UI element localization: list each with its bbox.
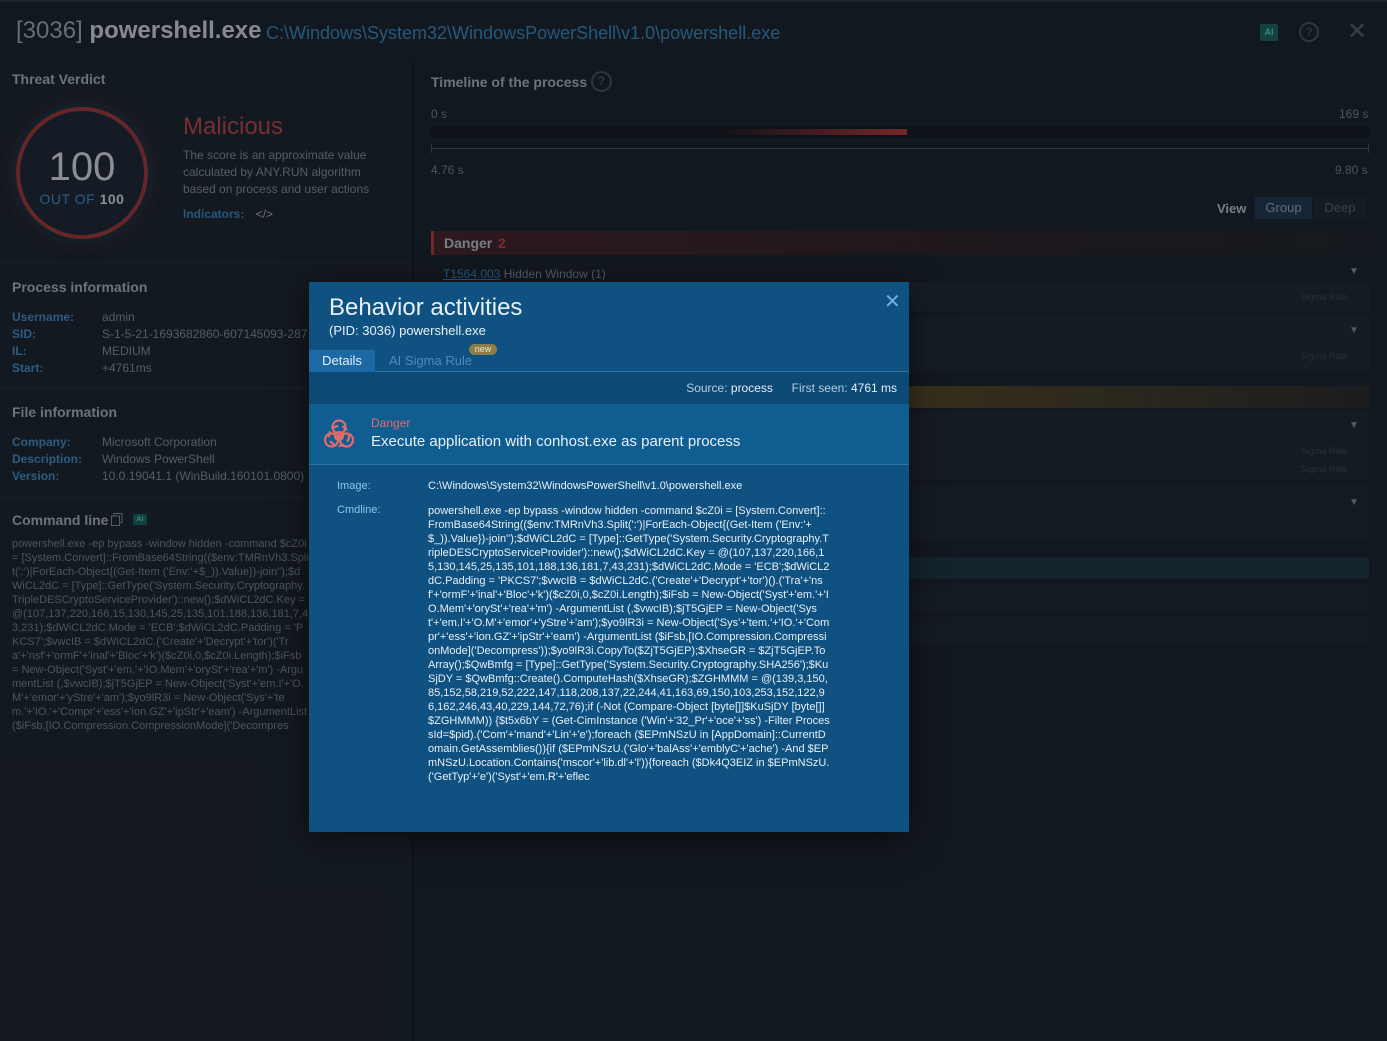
danger-description: Execute application with conhost.exe as …: [371, 433, 741, 450]
first-seen-label: First seen:: [791, 381, 848, 395]
source-info: Source: process First seen: 4761 ms: [686, 381, 897, 395]
modal-title: Behavior activities: [329, 294, 523, 321]
behavior-activities-modal: Behavior activities (PID: 3036) powershe…: [309, 282, 909, 832]
details-divider: [309, 464, 909, 465]
source-value: process: [730, 381, 773, 395]
tab-details[interactable]: Details: [309, 350, 375, 372]
cmdline-label: Cmdline:: [337, 504, 381, 516]
danger-label: Danger: [371, 416, 411, 430]
new-badge: new: [469, 344, 497, 355]
source-label: Source:: [686, 381, 728, 395]
close-icon[interactable]: ✕: [884, 292, 901, 312]
cmdline-value: powershell.exe -ep bypass -window hidden…: [428, 505, 830, 783]
first-seen-value: 4761 ms: [850, 381, 897, 395]
biohazard-icon: [323, 419, 355, 448]
modal-subtitle: (PID: 3036) powershell.exe: [329, 323, 486, 338]
image-label: Image:: [337, 480, 371, 492]
image-value: C:\Windows\System32\WindowsPowerShell\v1…: [428, 480, 743, 492]
source-bar: Source: process First seen: 4761 ms: [309, 372, 909, 404]
tab-ai-sigma-rule[interactable]: AI Sigma Rule: [389, 353, 472, 368]
